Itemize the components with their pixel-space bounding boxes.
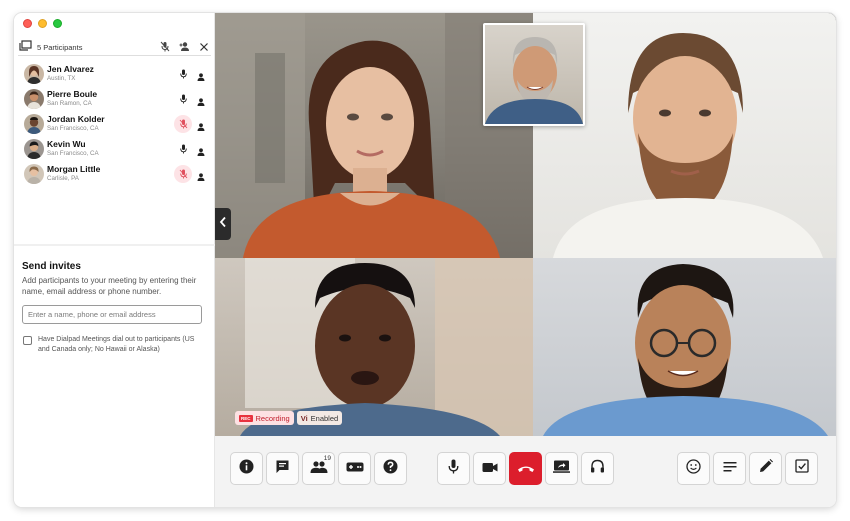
invite-input[interactable] [22,305,202,324]
end-call-icon [517,460,535,478]
video-grid: REC Recording Vi Enabled [215,13,836,436]
maximize-window-button[interactable] [53,19,62,28]
vi-icon: Vi [300,413,308,423]
participant-location: San Francisco, CA [47,125,99,132]
invite-description: Add participants to your meeting by ente… [22,276,197,296]
chat-button[interactable] [266,452,299,485]
audio-settings-button[interactable] [581,452,614,485]
collapse-sidebar-button[interactable] [215,208,231,240]
chat-icon [275,459,290,479]
participant-row[interactable]: Morgan Little Carlisle, PA [14,162,215,187]
notes-icon [723,460,737,478]
microphone-icon[interactable] [174,140,192,158]
emoji-icon [686,458,701,479]
avatar [24,139,44,159]
avatar [24,114,44,134]
user-icon[interactable] [197,168,205,186]
participant-name: Kevin Wu [47,139,86,149]
participant-row[interactable]: Jordan Kolder San Francisco, CA [14,112,215,137]
microphone-button[interactable] [437,452,470,485]
end-call-button[interactable] [509,452,542,485]
info-button[interactable] [230,452,263,485]
call-toolbar: 19 [215,436,836,507]
participant-location: Austin, TX [47,75,76,82]
participants-count: 19 [323,455,331,462]
recording-badge: REC Recording [235,411,294,425]
action-items-button[interactable] [785,452,818,485]
participant-name: Jordan Kolder [47,114,105,124]
user-icon[interactable] [197,143,205,161]
sidebar-header: 5 Participants [14,37,215,57]
info-icon [239,459,254,479]
reactions-button[interactable] [677,452,710,485]
section-divider [14,244,215,246]
user-icon[interactable] [197,93,205,111]
header-divider [18,55,211,56]
participant-name: Morgan Little [47,164,101,174]
participant-row[interactable]: Pierre Boule San Ramon, CA [14,87,215,112]
muted-microphone-icon[interactable] [174,115,192,133]
apps-icon [346,460,364,478]
avatar [24,164,44,184]
camera-icon [482,460,498,478]
participant-row[interactable]: Jen Alvarez Austin, TX [14,62,215,87]
avatar [24,64,44,84]
annotate-button[interactable] [749,452,782,485]
pencil-icon [759,459,773,478]
video-tile[interactable] [533,258,836,436]
recording-label: Recording [255,413,290,423]
checklist-icon [794,459,809,478]
participant-name: Jen Alvarez [47,64,94,74]
microphone-icon[interactable] [174,65,192,83]
avatar [24,89,44,109]
participant-name: Pierre Boule [47,89,98,99]
chevron-left-icon [219,215,227,233]
participant-location: San Francisco, CA [47,150,99,157]
participant-location: Carlisle, PA [47,175,79,182]
participants-sidebar: 5 Participants Jen Alvarez Austin, TX Pi… [14,13,215,507]
help-icon [383,459,398,479]
participant-list: Jen Alvarez Austin, TX Pierre Boule San … [14,62,215,187]
user-icon[interactable] [197,68,205,86]
help-button[interactable] [374,452,407,485]
minimize-window-button[interactable] [38,19,47,28]
dialout-checkbox[interactable] [23,336,32,345]
participants-icon [310,460,328,478]
camera-button[interactable] [473,452,506,485]
microphone-icon [448,459,459,479]
window-controls [23,19,62,28]
meeting-window: 5 Participants Jen Alvarez Austin, TX Pi… [14,13,836,507]
muted-microphone-icon[interactable] [174,165,192,183]
self-view-video[interactable] [483,23,585,126]
participant-location: San Ramon, CA [47,100,92,107]
vi-label: Enabled [310,413,339,423]
headset-icon [590,459,605,479]
notes-button[interactable] [713,452,746,485]
vi-badge: Vi Enabled [296,411,343,425]
popout-icon[interactable] [19,38,32,56]
screen-share-button[interactable] [545,452,578,485]
invite-title: Send invites [22,261,81,272]
video-tile[interactable] [215,258,533,436]
participant-row[interactable]: Kevin Wu San Francisco, CA [14,137,215,162]
user-icon[interactable] [197,118,205,136]
apps-button[interactable] [338,452,371,485]
dialout-label: Have Dialpad Meetings dial out to partic… [38,336,195,353]
close-window-button[interactable] [23,19,32,28]
recording-icon: REC [239,414,253,422]
participants-button[interactable]: 19 [302,452,335,485]
status-badges: REC Recording Vi Enabled [235,411,343,425]
participant-count: 5 Participants [37,43,83,52]
microphone-icon[interactable] [174,90,192,108]
screen-share-icon [553,460,570,478]
